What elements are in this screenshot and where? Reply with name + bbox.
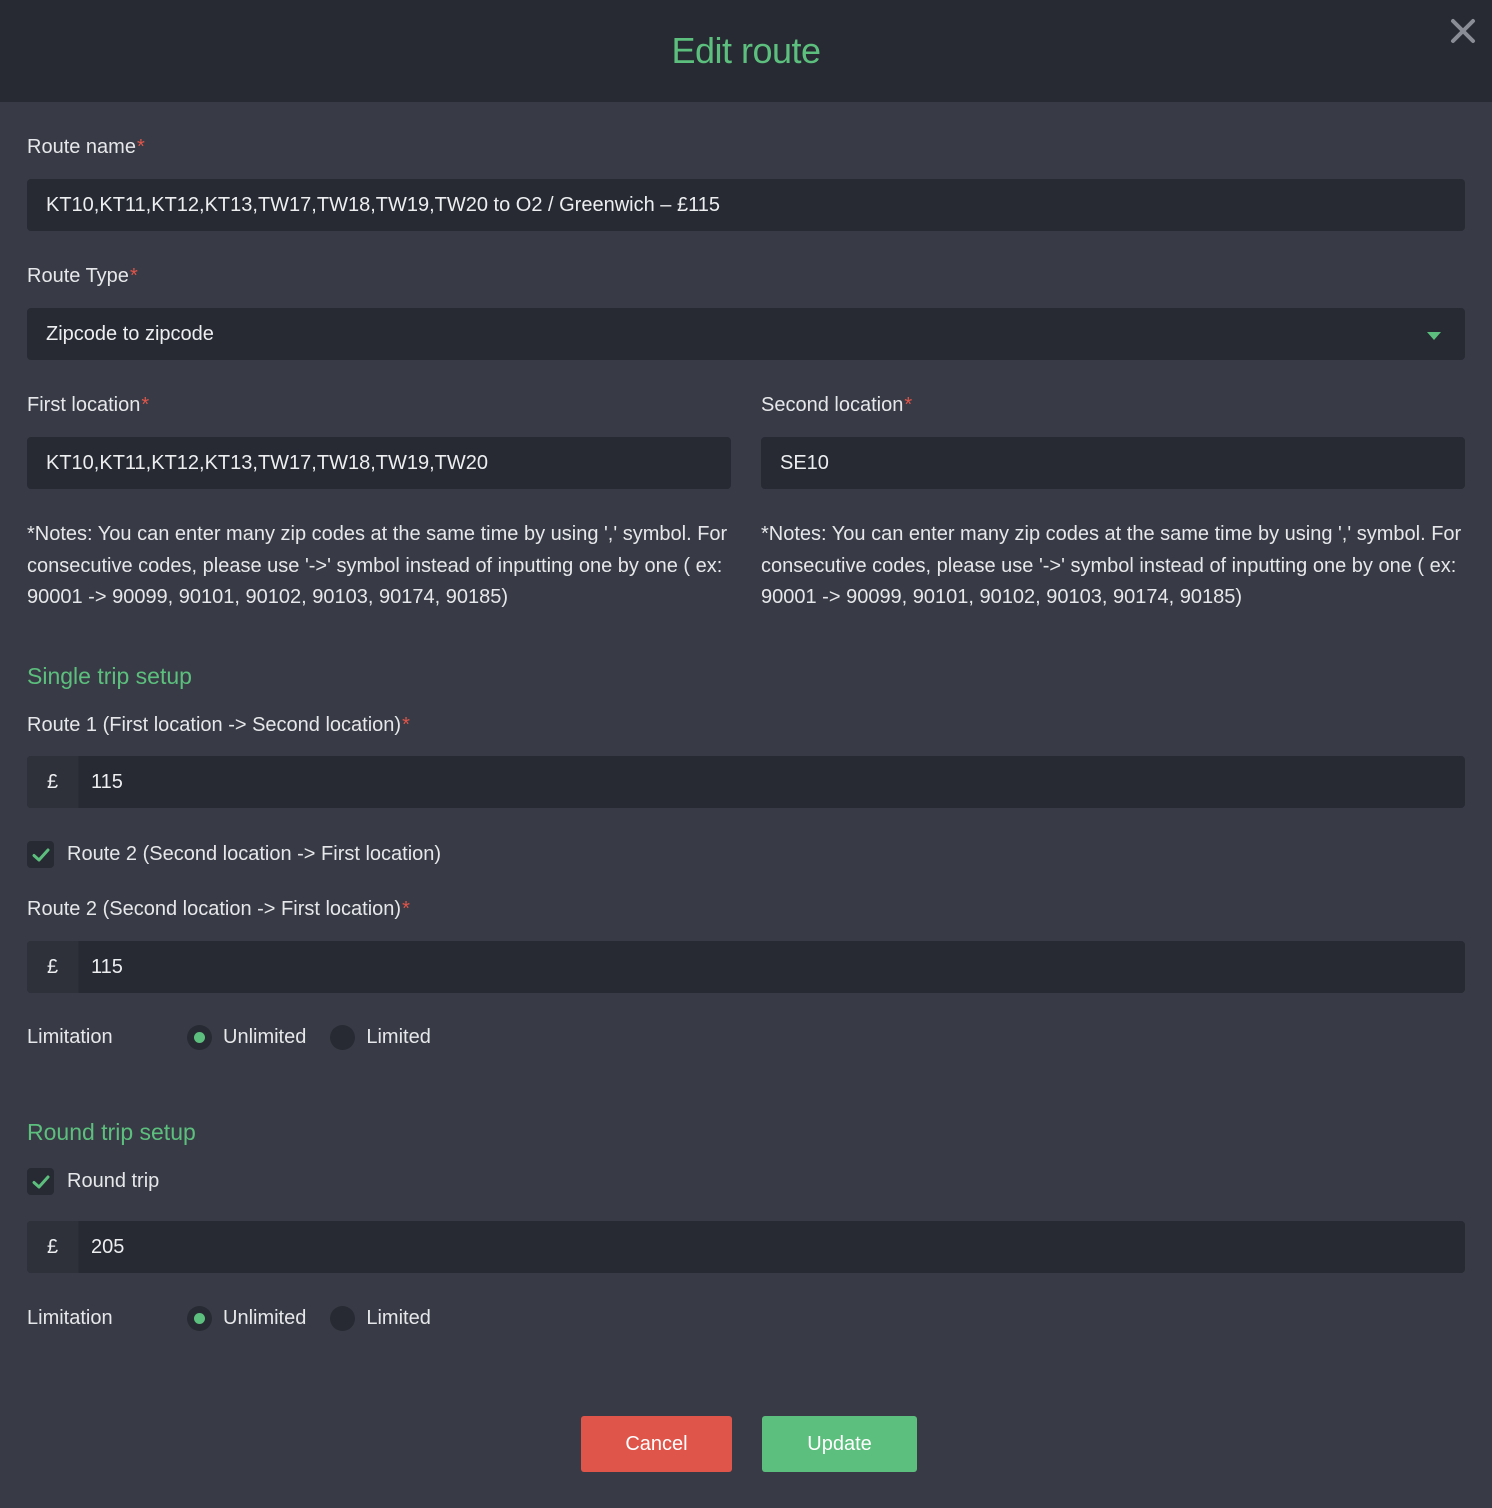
single-limitation-limited-label: Limited — [366, 1026, 431, 1048]
route-type-label: Route Type* — [27, 265, 138, 288]
required-mark: * — [129, 265, 138, 287]
single-limitation-unlimited-radio[interactable] — [187, 1025, 212, 1050]
route1-label-text: Route 1 (First location -> Second locati… — [27, 714, 402, 736]
route-name-input[interactable]: KT10,KT11,KT12,KT13,TW17,TW18,TW19,TW20 … — [27, 179, 1465, 231]
route2-label-text: Route 2 (Second location -> First locati… — [27, 898, 402, 920]
round-limitation-label: Limitation — [27, 1307, 113, 1329]
route2-label: Route 2 (Second location -> First locati… — [27, 898, 410, 921]
round-trip-checkbox[interactable] — [27, 1168, 54, 1195]
first-location-label: First location* — [27, 394, 149, 417]
check-icon — [32, 1175, 49, 1188]
route-name-value: KT10,KT11,KT12,KT13,TW17,TW18,TW19,TW20 … — [46, 193, 720, 216]
second-location-label-text: Second location — [761, 394, 904, 416]
route-name-label: Route name* — [27, 136, 145, 159]
radio-selected-dot — [194, 1032, 205, 1043]
round-trip-section-title: Round trip setup — [27, 1119, 196, 1145]
single-limitation-unlimited-label: Unlimited — [223, 1026, 307, 1048]
route1-price-value: 115 — [91, 770, 123, 793]
route2-price-input[interactable]: £ 115 — [27, 941, 1465, 993]
route-type-select[interactable]: Zipcode to zipcode — [27, 308, 1465, 360]
first-location-value: KT10,KT11,KT12,KT13,TW17,TW18,TW19,TW20 — [46, 451, 488, 474]
radio-selected-dot — [194, 1313, 205, 1324]
round-limitation-unlimited-radio[interactable] — [187, 1306, 212, 1331]
required-mark: * — [402, 714, 410, 736]
edit-route-dialog: Edit route Route name* KT10,KT11,KT12,KT… — [0, 0, 1492, 1508]
required-mark: * — [402, 898, 410, 920]
required-mark: * — [136, 136, 145, 158]
second-location-label: Second location* — [761, 394, 912, 417]
second-location-value: SE10 — [780, 451, 829, 474]
check-icon — [32, 848, 49, 861]
chevron-down-icon — [1427, 332, 1441, 340]
close-icon[interactable] — [1448, 16, 1478, 46]
dialog-header: Edit route — [0, 0, 1492, 102]
route-name-label-text: Route name — [27, 136, 136, 158]
round-limitation-limited-label: Limited — [366, 1307, 431, 1329]
currency-prefix: £ — [27, 756, 79, 808]
currency-prefix: £ — [27, 941, 79, 993]
round-trip-checkbox-label: Round trip — [67, 1170, 160, 1192]
dialog-title: Edit route — [671, 30, 821, 71]
route2-checkbox-label: Route 2 (Second location -> First locati… — [67, 843, 442, 865]
route1-price-input[interactable]: £ 115 — [27, 756, 1465, 808]
single-limitation-row: Limitation Unlimited Limited — [27, 1025, 431, 1050]
route2-price-value: 115 — [91, 955, 123, 978]
route-type-label-text: Route Type — [27, 265, 129, 287]
round-trip-price-input[interactable]: £ 205 — [27, 1221, 1465, 1273]
round-trip-checkbox-row[interactable]: Round trip — [27, 1168, 159, 1195]
single-trip-section-title: Single trip setup — [27, 663, 192, 689]
round-limitation-limited-radio[interactable] — [330, 1306, 356, 1331]
round-limitation-row: Limitation Unlimited Limited — [27, 1306, 431, 1331]
first-location-label-text: First location — [27, 394, 141, 416]
currency-prefix: £ — [27, 1221, 79, 1273]
update-button[interactable]: Update — [762, 1416, 917, 1472]
route-type-selected: Zipcode to zipcode — [46, 322, 214, 345]
round-limitation-unlimited-label: Unlimited — [223, 1307, 307, 1329]
second-location-note: *Notes: You can enter many zip codes at … — [761, 523, 1462, 608]
route2-checkbox-row[interactable]: Route 2 (Second location -> First locati… — [27, 841, 441, 868]
round-trip-price-value: 205 — [91, 1235, 125, 1258]
route1-label: Route 1 (First location -> Second locati… — [27, 714, 410, 737]
first-location-input[interactable]: KT10,KT11,KT12,KT13,TW17,TW18,TW19,TW20 — [27, 437, 731, 489]
second-location-input[interactable]: SE10 — [761, 437, 1465, 489]
required-mark: * — [904, 394, 913, 416]
single-limitation-label: Limitation — [27, 1026, 113, 1048]
required-mark: * — [141, 394, 150, 416]
route2-checkbox[interactable] — [27, 841, 54, 868]
cancel-button[interactable]: Cancel — [581, 1416, 732, 1472]
single-limitation-limited-radio[interactable] — [330, 1025, 356, 1050]
first-location-note: *Notes: You can enter many zip codes at … — [27, 523, 728, 608]
